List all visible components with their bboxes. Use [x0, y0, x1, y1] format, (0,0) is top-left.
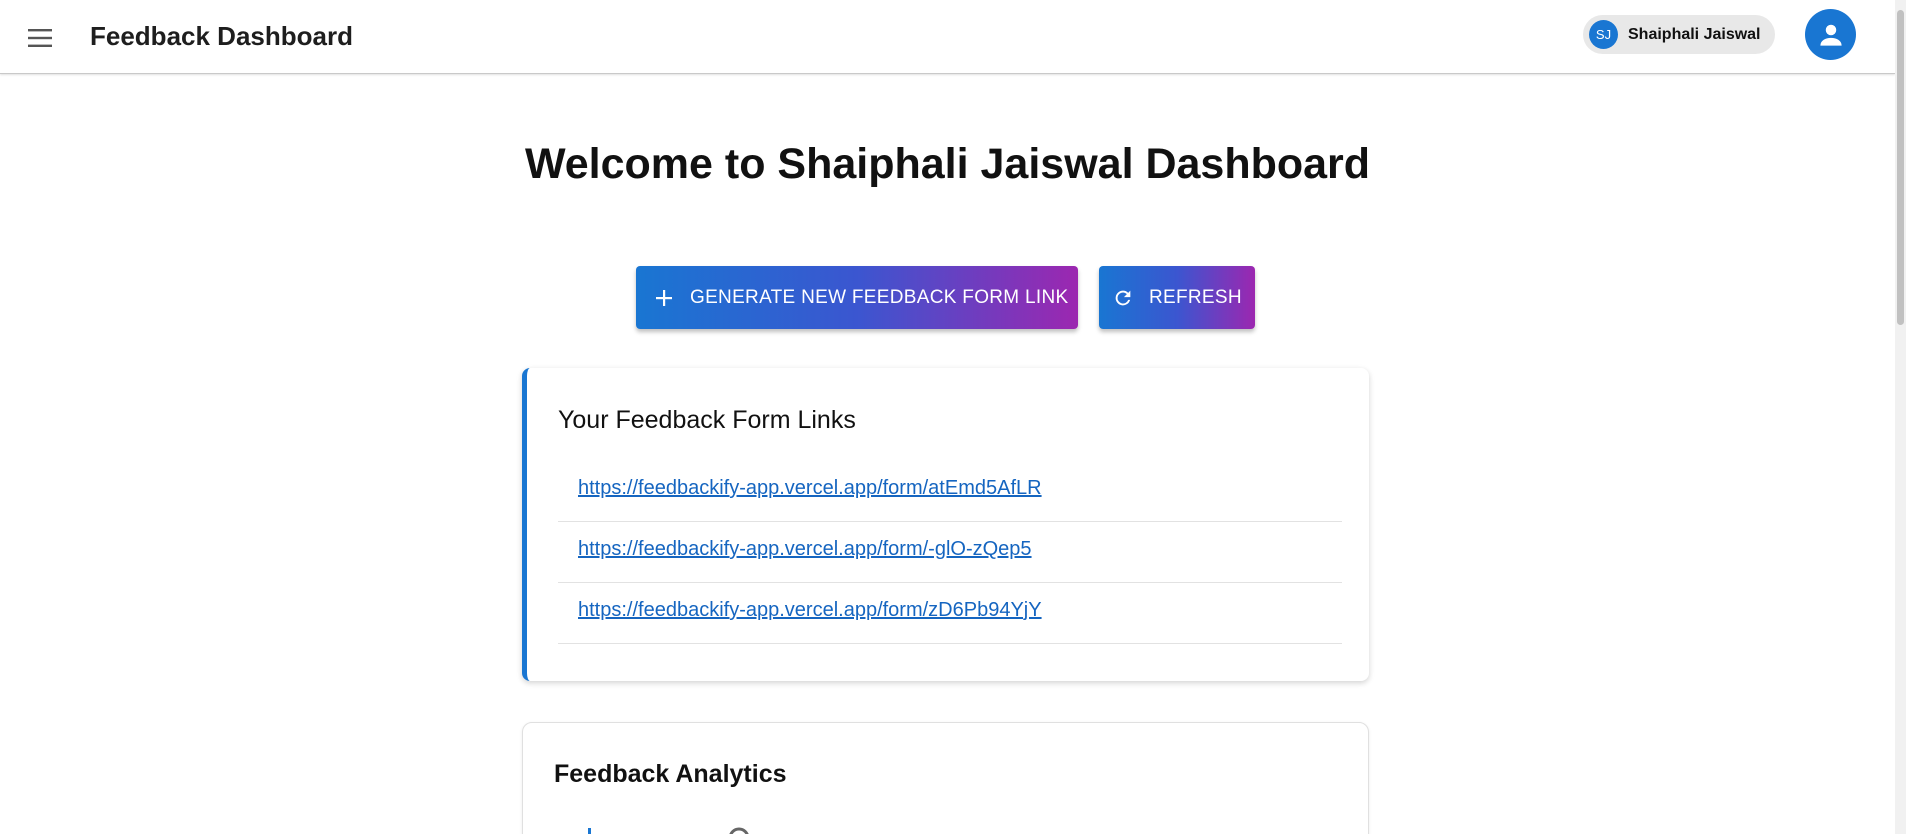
feedback-form-link[interactable]: https://feedbackify-app.vercel.app/form/…	[578, 538, 1032, 561]
app-bar: Feedback Dashboard SJ Shaiphali Jaiswal	[0, 0, 1895, 74]
welcome-heading: Welcome to Shaiphali Jaiswal Dashboard	[524, 140, 1371, 188]
generate-link-button-label: GENERATE NEW FEEDBACK FORM LINK	[690, 286, 1069, 308]
bar-chart-icon	[583, 828, 597, 834]
scrollbar-thumb[interactable]	[1897, 10, 1904, 325]
user-chip-avatar: SJ	[1589, 20, 1618, 49]
refresh-icon	[1111, 286, 1135, 310]
feedback-links-card: Your Feedback Form Links https://feedbac…	[522, 368, 1369, 681]
feedback-form-link[interactable]: https://feedbackify-app.vercel.app/form/…	[578, 477, 1042, 500]
refresh-button-label: REFRESH	[1149, 286, 1242, 308]
feedback-form-link[interactable]: https://feedbackify-app.vercel.app/form/…	[578, 599, 1042, 622]
feedback-links-title: Your Feedback Form Links	[558, 406, 856, 434]
menu-icon[interactable]	[22, 20, 58, 56]
list-item: https://feedbackify-app.vercel.app/form/…	[558, 583, 1342, 644]
user-chip-name: Shaiphali Jaiswal	[1628, 25, 1761, 43]
page-scrollbar[interactable]	[1895, 0, 1906, 834]
pie-chart-icon	[728, 827, 750, 834]
list-item: https://feedbackify-app.vercel.app/form/…	[558, 522, 1342, 583]
generate-link-button[interactable]: GENERATE NEW FEEDBACK FORM LINK	[636, 266, 1078, 329]
feedback-analytics-title: Feedback Analytics	[554, 760, 787, 788]
list-item: https://feedbackify-app.vercel.app/form/…	[558, 461, 1342, 522]
app-title: Feedback Dashboard	[90, 21, 353, 51]
feedback-analytics-card: Feedback Analytics	[522, 722, 1369, 834]
user-chip[interactable]: SJ Shaiphali Jaiswal	[1583, 15, 1775, 54]
add-icon	[652, 286, 676, 310]
refresh-button[interactable]: REFRESH	[1099, 266, 1255, 329]
account-circle-icon[interactable]	[1805, 9, 1856, 60]
